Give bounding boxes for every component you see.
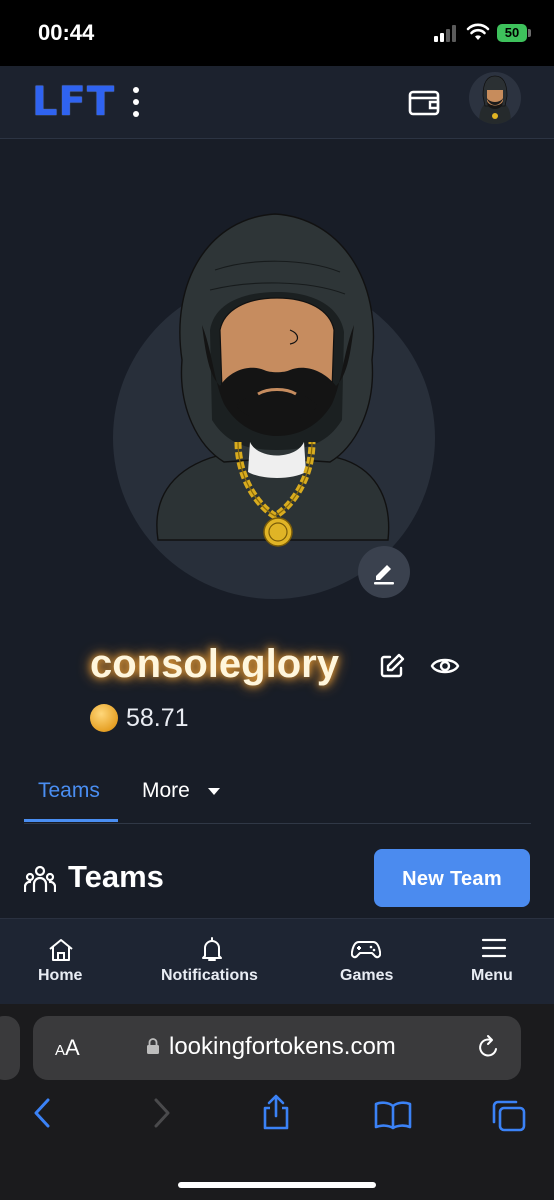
tabs-divider xyxy=(24,823,531,824)
nav-notifications-label: Notifications xyxy=(161,967,258,984)
reload-icon[interactable] xyxy=(476,1034,500,1060)
eye-icon[interactable] xyxy=(430,654,460,678)
pencil-icon xyxy=(374,565,394,585)
tab-teams-label: Teams xyxy=(38,779,100,802)
tab-teams[interactable]: Teams xyxy=(24,770,118,822)
nav-games[interactable]: Games xyxy=(336,919,398,1005)
app-header: LFT xyxy=(0,66,554,139)
avatar[interactable] xyxy=(469,72,521,124)
tabs-icon[interactable] xyxy=(492,1100,526,1132)
bottom-navigation: Home Notifications Games Menu xyxy=(0,918,554,1005)
menu-icon xyxy=(481,938,507,958)
text-size-button[interactable]: AA xyxy=(55,1035,80,1061)
kebab-icon[interactable] xyxy=(128,86,144,118)
active-tab-indicator xyxy=(24,819,118,822)
home-indicator xyxy=(178,1182,376,1188)
people-icon xyxy=(24,865,56,892)
battery-icon: 50 xyxy=(497,24,527,42)
previous-tab-preview[interactable] xyxy=(0,1016,20,1080)
nav-notifications[interactable]: Notifications xyxy=(158,919,266,1005)
bookmarks-icon[interactable] xyxy=(374,1100,412,1130)
coin-icon xyxy=(90,704,118,732)
wifi-icon xyxy=(466,23,490,40)
teams-section-title: Teams xyxy=(68,859,164,894)
token-balance: 58.71 xyxy=(126,704,189,732)
lock-icon xyxy=(147,1038,159,1054)
username: consoleglory xyxy=(90,642,339,686)
tab-more[interactable]: More xyxy=(142,779,190,803)
url-text[interactable]: lookingfortokens.com xyxy=(169,1033,396,1061)
forward-icon[interactable] xyxy=(150,1098,174,1128)
edit-icon[interactable] xyxy=(378,652,406,680)
nav-games-label: Games xyxy=(340,967,394,984)
share-icon[interactable] xyxy=(260,1094,292,1130)
nav-menu[interactable]: Menu xyxy=(466,919,520,1005)
nav-menu-label: Menu xyxy=(471,967,513,984)
browser-chrome: AA lookingfortokens.com xyxy=(0,1004,554,1200)
battery-cap xyxy=(528,29,531,37)
lft-logo[interactable]: LFT xyxy=(32,79,115,125)
back-icon[interactable] xyxy=(30,1098,54,1128)
avatar-icon xyxy=(479,75,511,124)
new-team-button[interactable]: New Team xyxy=(374,849,530,907)
bell-icon xyxy=(202,937,222,961)
nav-home-label: Home xyxy=(38,967,83,984)
edit-avatar-button[interactable] xyxy=(358,546,410,598)
nav-home[interactable]: Home xyxy=(30,919,92,1005)
status-time: 00:44 xyxy=(38,20,95,45)
caret-down-icon[interactable] xyxy=(208,788,220,795)
status-bar: 00:44 50 xyxy=(0,0,554,66)
address-bar[interactable]: AA lookingfortokens.com xyxy=(33,1016,521,1080)
cellular-signal-icon xyxy=(434,24,460,42)
home-icon xyxy=(49,939,73,961)
profile-avatar-image xyxy=(156,213,390,547)
wallet-icon[interactable] xyxy=(408,88,440,116)
gamepad-icon xyxy=(351,941,381,959)
